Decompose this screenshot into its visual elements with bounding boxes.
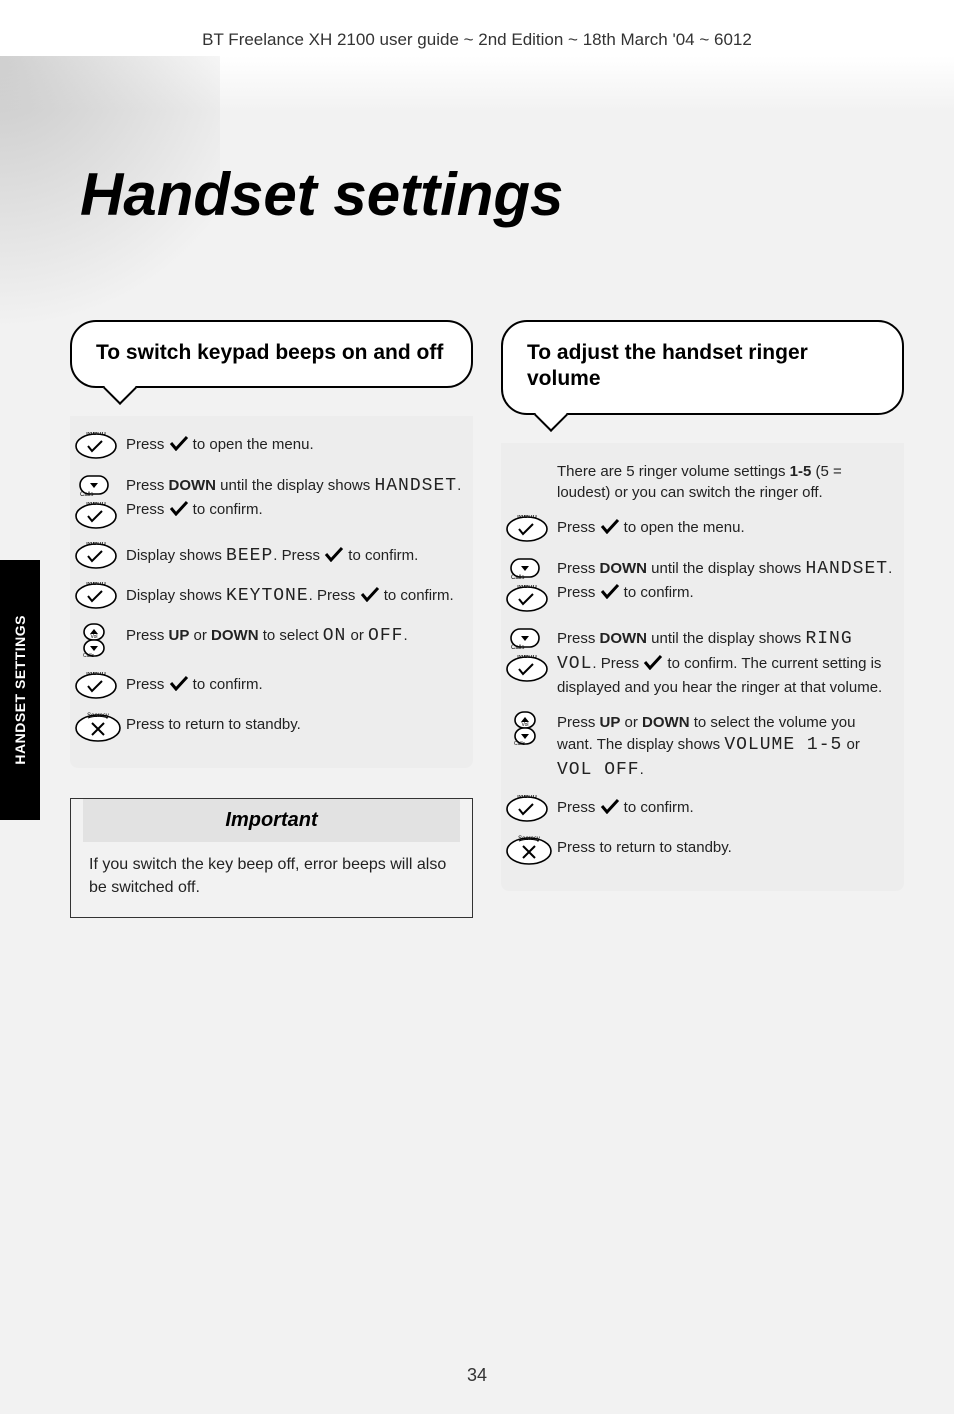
page-number: 34 bbox=[0, 1365, 954, 1386]
down-button-icon bbox=[505, 625, 545, 651]
down-label: DOWN bbox=[600, 560, 648, 577]
lcd-text: VOLUME 1-5 bbox=[724, 735, 842, 755]
step-text: . bbox=[403, 627, 407, 644]
secrecy-x-button-icon bbox=[74, 712, 122, 744]
step-text: or bbox=[842, 736, 860, 753]
up-label: UP bbox=[169, 627, 190, 644]
page-title: Handset settings bbox=[80, 160, 563, 229]
list-item: There are 5 ringer volume settings 1-5 (… bbox=[501, 453, 904, 509]
bubble-tail-icon bbox=[103, 371, 137, 405]
document-page: { "header_line": "BT Freelance XH 2100 u… bbox=[0, 0, 954, 1414]
down-label: DOWN bbox=[211, 627, 259, 644]
list-item: Press to open the menu. bbox=[501, 509, 904, 549]
two-column-layout: To switch keypad beeps on and off Press … bbox=[70, 320, 904, 918]
left-heading-text: To switch keypad beeps on and off bbox=[96, 340, 447, 366]
left-column: To switch keypad beeps on and off Press … bbox=[70, 320, 473, 918]
step-text: to select bbox=[259, 627, 323, 644]
lcd-text: KEYTONE bbox=[226, 586, 309, 606]
right-heading-text: To adjust the handset ringer volume bbox=[527, 340, 878, 393]
range-label: 1-5 bbox=[790, 463, 812, 480]
list-item: Press DOWN until the display shows HANDS… bbox=[501, 549, 904, 619]
down-button-icon bbox=[74, 472, 114, 498]
menu-check-button-icon bbox=[74, 502, 118, 530]
menu-check-button-icon bbox=[74, 672, 118, 700]
check-mark-icon bbox=[600, 798, 620, 814]
list-item: Display shows KEYTONE. Press to confirm. bbox=[70, 576, 473, 616]
down-label: DOWN bbox=[600, 630, 648, 647]
step-text: Display shows bbox=[126, 547, 226, 564]
step-text: Display shows bbox=[126, 587, 226, 604]
note-body: If you switch the key beep off, error be… bbox=[71, 854, 472, 899]
check-mark-icon bbox=[643, 654, 663, 670]
left-heading-bubble: To switch keypad beeps on and off bbox=[70, 320, 473, 388]
step-text: Press bbox=[126, 477, 169, 494]
right-steps: There are 5 ringer volume settings 1-5 (… bbox=[501, 443, 904, 892]
lcd-text: ON bbox=[323, 626, 347, 646]
up-down-rocker-icon bbox=[505, 710, 545, 748]
note-title: Important bbox=[225, 809, 317, 831]
list-item: Press to confirm. bbox=[501, 789, 904, 829]
important-note-box: Important If you switch the key beep off… bbox=[70, 798, 473, 918]
check-mark-icon bbox=[360, 586, 380, 602]
down-label: DOWN bbox=[169, 477, 217, 494]
check-mark-icon bbox=[600, 583, 620, 599]
list-item: Press to return to standby. bbox=[70, 706, 473, 750]
left-steps: Press to open the menu. Press DOWN until… bbox=[70, 416, 473, 768]
secrecy-x-button-icon bbox=[505, 835, 553, 867]
step-text: There are 5 ringer volume settings bbox=[557, 463, 790, 480]
lcd-text: HANDSET bbox=[374, 476, 457, 496]
menu-check-button-icon bbox=[74, 582, 118, 610]
section-tab: HANDSET SETTINGS bbox=[0, 560, 40, 820]
menu-check-button-icon bbox=[505, 795, 549, 823]
list-item: Press UP or DOWN to select ON or OFF. bbox=[70, 616, 473, 666]
list-item: Press DOWN until the display shows HANDS… bbox=[70, 466, 473, 536]
step-text: until the display shows bbox=[216, 477, 374, 494]
step-text: Press to return to standby. bbox=[557, 835, 894, 858]
step-text: Press bbox=[557, 630, 600, 647]
lcd-text: VOL OFF bbox=[557, 760, 640, 780]
list-item: Press to open the menu. bbox=[70, 426, 473, 466]
check-mark-icon bbox=[169, 435, 189, 451]
bubble-tail-icon bbox=[534, 398, 568, 432]
step-text: Press bbox=[557, 714, 600, 731]
up-label: UP bbox=[600, 714, 621, 731]
right-column: To adjust the handset ringer volume Ther… bbox=[501, 320, 904, 918]
step-text: Press bbox=[126, 627, 169, 644]
down-label: DOWN bbox=[642, 714, 690, 731]
menu-check-button-icon bbox=[505, 585, 549, 613]
menu-check-button-icon bbox=[505, 655, 549, 683]
step-text: or bbox=[346, 627, 368, 644]
step-text: Press to return to standby. bbox=[126, 712, 463, 735]
menu-check-button-icon bbox=[505, 515, 549, 543]
menu-check-button-icon bbox=[74, 542, 118, 570]
check-mark-icon bbox=[600, 518, 620, 534]
list-item: Press to confirm. bbox=[70, 666, 473, 706]
note-title-bar: Important bbox=[83, 799, 460, 842]
check-mark-icon bbox=[169, 500, 189, 516]
step-text: until the display shows bbox=[647, 560, 805, 577]
up-down-rocker-icon bbox=[74, 622, 114, 660]
list-item: Press DOWN until the display shows RING … bbox=[501, 619, 904, 704]
check-mark-icon bbox=[169, 675, 189, 691]
step-text: or bbox=[620, 714, 642, 731]
step-text: Press bbox=[557, 560, 600, 577]
list-item: Press UP or DOWN to select the volume yo… bbox=[501, 704, 904, 789]
list-item: Press to return to standby. bbox=[501, 829, 904, 873]
lcd-text: OFF bbox=[368, 626, 403, 646]
menu-check-button-icon bbox=[74, 432, 118, 460]
right-heading-bubble: To adjust the handset ringer volume bbox=[501, 320, 904, 415]
section-tab-label: HANDSET SETTINGS bbox=[12, 615, 28, 765]
step-text: until the display shows bbox=[647, 630, 805, 647]
check-mark-icon bbox=[324, 546, 344, 562]
lcd-text: HANDSET bbox=[805, 559, 888, 579]
lcd-text: BEEP bbox=[226, 546, 273, 566]
doc-header-line: BT Freelance XH 2100 user guide ~ 2nd Ed… bbox=[0, 30, 954, 50]
down-button-icon bbox=[505, 555, 545, 581]
list-item: Display shows BEEP. Press to confirm. bbox=[70, 536, 473, 576]
step-text: or bbox=[189, 627, 211, 644]
step-text: . bbox=[640, 761, 644, 778]
